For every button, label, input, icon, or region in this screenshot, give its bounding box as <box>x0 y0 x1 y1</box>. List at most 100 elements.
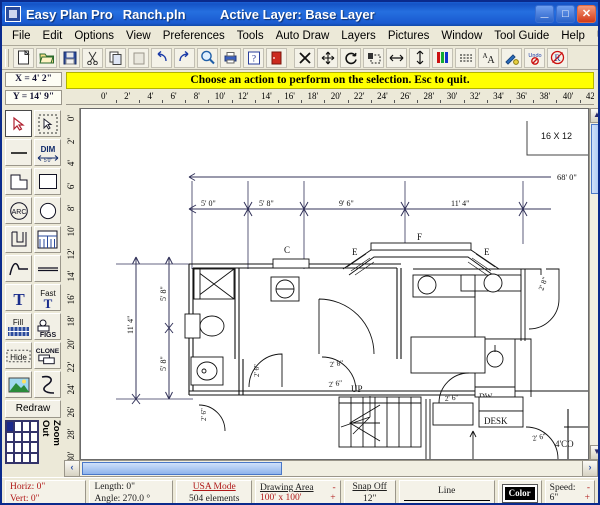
menu-options[interactable]: Options <box>68 28 120 44</box>
menu-tool-guide[interactable]: Tool Guide <box>488 28 555 44</box>
horizontal-ruler[interactable]: 0'2'4'6'8'10'12'14'16'18'20'22'24'26'28'… <box>66 89 594 105</box>
speed-increase-button[interactable]: + <box>585 493 590 503</box>
h-ruler-tick: 42' <box>586 91 594 101</box>
line-style-control[interactable]: Line <box>399 480 495 505</box>
fast-text-tool[interactable]: FastT <box>34 284 61 311</box>
undo-disabled-icon[interactable]: Undo <box>524 48 545 68</box>
double-line-tool[interactable] <box>34 255 61 282</box>
polygon-tool[interactable] <box>5 168 32 195</box>
vertical-ruler[interactable]: 0'2'4'6'8'10'12'14'16'18'20'22'24'26'28'… <box>64 108 80 460</box>
speed-label: Speed: <box>550 483 576 493</box>
paint-brush-icon[interactable] <box>501 48 522 68</box>
line-style-icon[interactable] <box>455 48 476 68</box>
vertical-scrollbar[interactable]: ▲ ▼ <box>589 108 600 460</box>
redo-arrow-icon[interactable] <box>174 48 195 68</box>
svg-text:2' 6": 2' 6" <box>328 378 343 389</box>
circle-tool[interactable] <box>34 197 61 224</box>
zoom-magnifier-icon[interactable] <box>197 48 218 68</box>
drawing-area-decrease-button[interactable]: - <box>332 483 335 493</box>
horizontal-scroll-track[interactable] <box>80 460 582 477</box>
open-folder-icon[interactable] <box>36 48 57 68</box>
copy-icon[interactable] <box>105 48 126 68</box>
toolbar-grip[interactable] <box>5 49 9 67</box>
svg-text:A: A <box>487 55 495 64</box>
window-tool[interactable] <box>34 226 61 253</box>
units-mode-button[interactable]: USA Mode 504 elements <box>176 480 252 505</box>
marquee-select-tool[interactable] <box>34 110 61 137</box>
pointer-select-tool[interactable] <box>5 110 32 137</box>
redraw-button[interactable]: Redraw <box>5 400 61 418</box>
cut-scissors-icon[interactable] <box>82 48 103 68</box>
arc-tool[interactable]: ARC <box>5 197 32 224</box>
select-marquee-icon[interactable] <box>363 48 384 68</box>
vertical-scroll-thumb[interactable] <box>591 124 600 194</box>
menu-window[interactable]: Window <box>435 28 488 44</box>
scroll-right-button[interactable]: › <box>582 460 598 477</box>
v-ruler-tick: 18' <box>66 316 76 327</box>
horizontal-scroll-thumb[interactable] <box>82 462 282 475</box>
drawing-area-control[interactable]: Drawing Area - 100' x 100' + <box>255 480 341 505</box>
speed-decrease-button[interactable]: - <box>587 483 590 493</box>
undo-arrow-icon[interactable] <box>151 48 172 68</box>
drawing-area-increase-button[interactable]: + <box>330 493 335 503</box>
fill-tool[interactable]: Fill <box>5 313 32 340</box>
scroll-down-button[interactable]: ▼ <box>590 445 600 460</box>
print-icon[interactable] <box>220 48 241 68</box>
menu-updates[interactable]: Updates <box>591 28 600 44</box>
menu-tools[interactable]: Tools <box>231 28 270 44</box>
move-icon[interactable] <box>317 48 338 68</box>
menu-pictures[interactable]: Pictures <box>382 28 436 44</box>
svg-text:11' 4": 11' 4" <box>126 316 135 334</box>
h-ruler-tick: 18' <box>307 91 318 101</box>
text-tool[interactable]: T <box>5 284 32 311</box>
menu-view[interactable]: View <box>120 28 157 44</box>
h-ruler-tick: 2' <box>124 91 130 101</box>
scroll-left-button[interactable]: ‹ <box>64 460 80 477</box>
wall-tool[interactable] <box>5 226 32 253</box>
menu-preferences[interactable]: Preferences <box>157 28 231 44</box>
color-palette-icon[interactable] <box>432 48 453 68</box>
vertical-scroll-track[interactable] <box>590 123 600 445</box>
close-button[interactable]: ✕ <box>577 5 596 23</box>
menu-help[interactable]: Help <box>555 28 591 44</box>
menu-file[interactable]: File <box>6 28 37 44</box>
menu-auto-draw[interactable]: Auto Draw <box>270 28 336 44</box>
speed-control[interactable]: Speed: - 6" + <box>545 480 595 505</box>
cancel-icon[interactable]: R <box>547 48 568 68</box>
zoom-grid[interactable] <box>5 420 39 464</box>
new-file-icon[interactable] <box>13 48 34 68</box>
delete-x-icon[interactable] <box>294 48 315 68</box>
hide-tool[interactable]: Hide <box>5 342 32 369</box>
dimension-tool[interactable]: DIM5'0" <box>34 139 61 166</box>
maximize-button[interactable]: □ <box>556 5 575 23</box>
color-control[interactable]: Color <box>498 480 542 505</box>
picture-tool[interactable] <box>5 371 32 398</box>
curve-tool[interactable] <box>5 255 32 282</box>
minimize-button[interactable]: _ <box>535 5 554 23</box>
maximize-icon: □ <box>557 6 574 22</box>
h-ruler-tick: 10' <box>215 91 226 101</box>
color-swatch-button[interactable]: Color <box>503 485 537 502</box>
floor-plan-canvas[interactable]: 16 X 12 68' 0" <box>80 108 589 460</box>
y-coordinate-readout: Y = 14' 9" <box>5 90 62 105</box>
rotate-icon[interactable] <box>340 48 361 68</box>
menu-layers[interactable]: Layers <box>335 28 382 44</box>
flip-horizontal-icon[interactable] <box>386 48 407 68</box>
freehand-tool[interactable] <box>34 371 61 398</box>
save-disk-icon[interactable] <box>59 48 80 68</box>
paste-icon[interactable] <box>128 48 149 68</box>
snap-control[interactable]: Snap Off 12" <box>344 480 396 505</box>
flip-vertical-icon[interactable] <box>409 48 430 68</box>
help-question-icon[interactable]: ? <box>243 48 264 68</box>
line-tool[interactable] <box>5 139 32 166</box>
exit-door-icon[interactable] <box>266 48 287 68</box>
scroll-up-button[interactable]: ▲ <box>590 108 600 123</box>
v-ruler-tick: 2' <box>66 138 76 144</box>
figures-tool[interactable]: FIGS <box>34 313 61 340</box>
h-ruler-tick: 6' <box>171 91 177 101</box>
menu-edit[interactable]: Edit <box>37 28 69 44</box>
rectangle-tool[interactable] <box>34 168 61 195</box>
element-count-label: 504 elements <box>189 493 239 505</box>
clone-tool[interactable]: CLONE <box>34 342 61 369</box>
font-icon[interactable]: AA <box>478 48 499 68</box>
